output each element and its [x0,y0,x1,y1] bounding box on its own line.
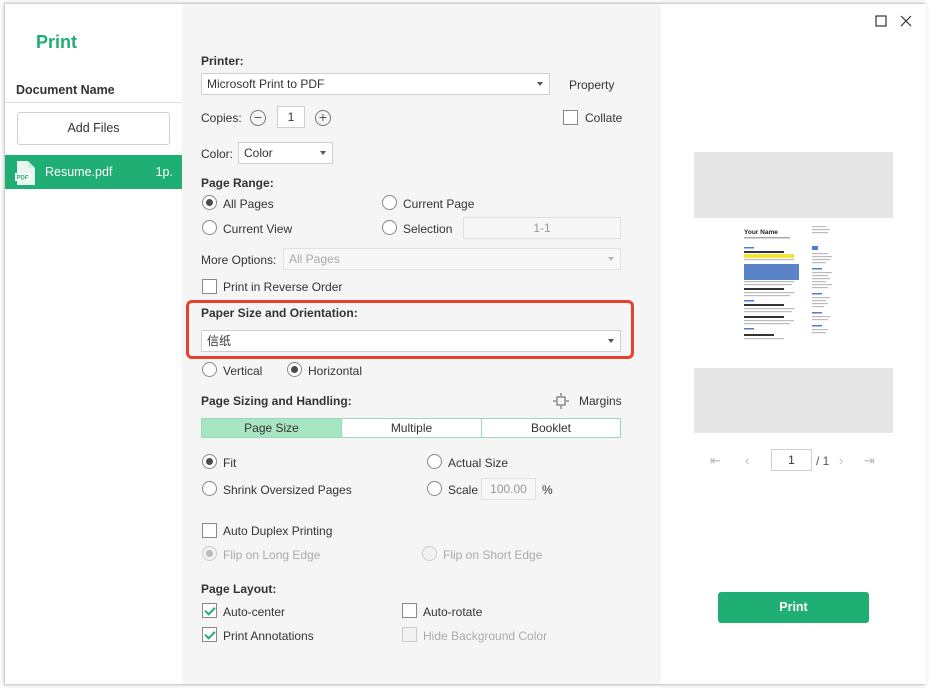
color-selected-value: Color [244,146,273,160]
printer-selected-value: Microsoft Print to PDF [207,77,325,91]
file-list-item[interactable]: PDF Resume.pdf 1p. [5,155,182,189]
tab-multiple[interactable]: Multiple [341,418,482,438]
page-number-input[interactable]: 1 [771,449,812,471]
hide-background-checkbox[interactable] [402,627,417,642]
all-pages-label: All Pages [223,197,274,211]
sidebar: Print Document Name Add Files PDF Resume… [5,4,182,684]
all-pages-radio[interactable] [202,195,217,210]
tab-booklet[interactable]: Booklet [481,418,621,438]
chevron-down-icon [608,339,614,343]
margins-label[interactable]: Margins [579,394,622,408]
chevron-down-icon [537,82,543,86]
scale-radio[interactable] [427,481,442,496]
property-link[interactable]: Property [569,78,614,92]
reverse-order-label: Print in Reverse Order [223,280,343,294]
settings-panel: Printer: Microsoft Print to PDF Property… [182,4,661,684]
more-options-select[interactable]: All Pages [283,248,621,270]
flip-long-edge-radio[interactable] [202,546,217,561]
fit-radio[interactable] [202,454,217,469]
pdf-file-icon: PDF [15,161,35,185]
actual-size-radio[interactable] [427,454,442,469]
selection-radio[interactable] [382,220,397,235]
scale-label: Scale [448,483,479,497]
flip-long-edge-label: Flip on Long Edge [223,548,321,562]
color-label: Color: [201,147,234,161]
horizontal-radio[interactable] [287,362,302,377]
print-button[interactable]: Print [718,592,869,623]
page-preview: Your Name [694,152,893,433]
copies-input[interactable]: 1 [277,106,305,128]
document-name-header: Document Name [16,83,115,97]
page-range-label: Page Range: [201,176,274,190]
add-files-button[interactable]: Add Files [17,112,170,145]
preview-page: Your Name [694,218,893,368]
page-layout-label: Page Layout: [201,582,277,596]
minus-icon[interactable]: − [250,110,266,126]
selection-label: Selection [403,222,453,236]
collate-label: Collate [585,111,623,125]
fit-label: Fit [223,456,237,470]
current-page-label: Current Page [403,197,475,211]
auto-center-label: Auto-center [223,605,286,619]
dialog-title: Print [36,32,78,52]
divider [5,102,182,103]
total-pages-label: / 1 [816,454,830,468]
vertical-radio[interactable] [202,362,217,377]
plus-icon[interactable]: + [315,110,331,126]
more-options-selected-value: All Pages [289,252,340,266]
paper-size-selected-value: 信纸 [207,334,232,348]
paper-size-select[interactable]: 信纸 [201,330,621,352]
auto-rotate-checkbox[interactable] [402,603,417,618]
collate-checkbox[interactable] [563,110,578,125]
color-select[interactable]: Color [238,142,333,164]
print-annotations-checkbox[interactable] [202,627,217,642]
preview-panel: Your Name ⇤ ‹ 1 / 1 › ⇥ Print [661,4,926,684]
printer-select[interactable]: Microsoft Print to PDF [201,73,550,95]
close-icon[interactable] [900,14,912,30]
first-page-icon[interactable]: ⇤ [710,453,721,469]
auto-duplex-checkbox[interactable] [202,523,217,538]
page-sizing-label: Page Sizing and Handling: [201,394,352,408]
prev-page-icon[interactable]: ‹ [745,453,749,468]
copies-label: Copies: [201,111,242,125]
current-view-radio[interactable] [202,220,217,235]
shrink-oversized-label: Shrink Oversized Pages [223,483,352,497]
margins-icon[interactable] [553,393,569,409]
file-page-count: 1p. [155,165,173,179]
auto-rotate-label: Auto-rotate [423,605,483,619]
last-page-icon[interactable]: ⇥ [864,453,875,469]
current-page-radio[interactable] [382,195,397,210]
tab-page-size[interactable]: Page Size [201,418,342,438]
print-dialog: Print Document Name Add Files PDF Resume… [4,3,926,685]
print-annotations-label: Print Annotations [223,629,314,643]
reverse-order-checkbox[interactable] [202,279,217,294]
chevron-down-icon [608,257,614,261]
file-name: Resume.pdf [45,165,113,179]
auto-center-checkbox[interactable] [202,603,217,618]
flip-short-edge-label: Flip on Short Edge [443,548,543,562]
selection-range-input[interactable]: 1-1 [463,217,621,239]
next-page-icon[interactable]: › [839,453,843,468]
chevron-down-icon [320,151,326,155]
actual-size-label: Actual Size [448,456,509,470]
maximize-icon[interactable] [875,14,887,30]
horizontal-label: Horizontal [308,364,363,378]
scale-input[interactable]: 100.00 [481,478,536,500]
svg-text:Your Name: Your Name [744,229,778,236]
resume-thumbnail: Your Name [744,226,832,340]
flip-short-edge-radio[interactable] [422,546,437,561]
auto-duplex-label: Auto Duplex Printing [223,524,333,538]
vertical-label: Vertical [223,364,263,378]
printer-label: Printer: [201,54,244,68]
scale-unit: % [542,483,553,497]
pdf-icon-text: PDF [17,176,29,182]
more-options-label: More Options: [201,253,277,267]
paper-size-label: Paper Size and Orientation: [201,306,358,320]
shrink-oversized-radio[interactable] [202,481,217,496]
hide-background-label: Hide Background Color [423,629,548,643]
current-view-label: Current View [223,222,293,236]
